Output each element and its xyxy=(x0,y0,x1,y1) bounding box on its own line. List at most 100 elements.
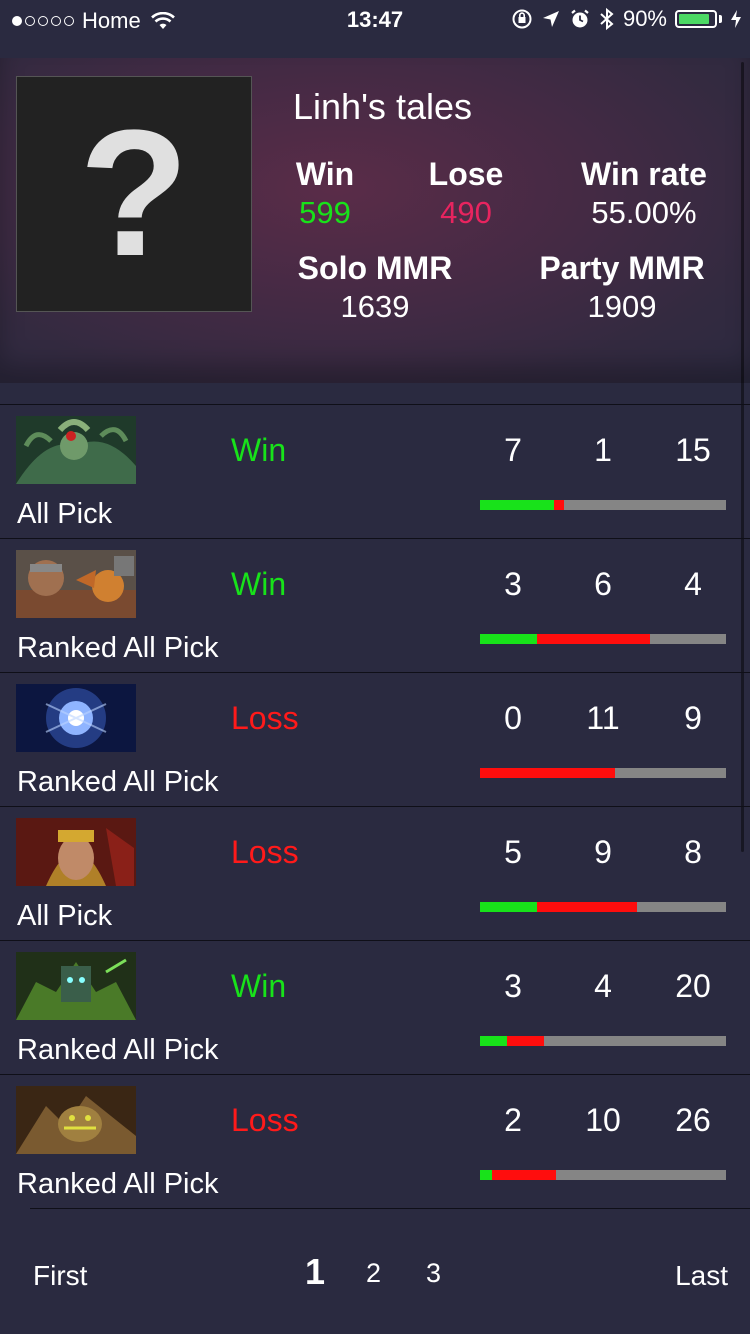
match-row[interactable]: Loss 5 9 8 All Pick xyxy=(0,806,750,940)
match-row[interactable]: Loss 0 11 9 Ranked All Pick xyxy=(0,672,750,806)
game-mode: Ranked All Pick xyxy=(17,766,219,798)
location-icon xyxy=(542,11,559,27)
kda-bar-deaths xyxy=(536,902,638,912)
kills-count: 0 xyxy=(504,700,522,736)
deaths-count: 6 xyxy=(594,566,612,602)
match-result: Win xyxy=(231,566,287,602)
kda-bar xyxy=(480,634,726,644)
kda-bar-deaths xyxy=(536,634,650,644)
lose-label: Lose xyxy=(428,156,504,192)
player-name: Linh's tales xyxy=(293,86,472,127)
solo-mmr-label: Solo MMR xyxy=(297,250,453,286)
kills-count: 3 xyxy=(504,968,522,1004)
page-3-button[interactable]: 3 xyxy=(426,1258,441,1289)
assists-count: 9 xyxy=(684,700,702,736)
kda-bar-deaths xyxy=(480,768,616,778)
kda-bar xyxy=(480,1170,726,1180)
hero-legion-commander-icon xyxy=(16,818,136,886)
assists-count: 4 xyxy=(684,566,702,602)
assists-count: 26 xyxy=(675,1102,711,1138)
winrate-label: Win rate xyxy=(581,156,707,192)
kda-bar-assists xyxy=(543,1036,726,1046)
deaths-count: 4 xyxy=(594,968,612,1004)
match-row[interactable]: Win 3 4 20 Ranked All Pick xyxy=(0,940,750,1074)
profile-header: ? Linh's tales Win 599 Lose 490 Win rate… xyxy=(0,58,750,383)
battery-tip xyxy=(719,15,722,23)
pagination: First 1 2 3 Last xyxy=(0,1240,750,1310)
kda-bar-kills xyxy=(480,634,537,644)
game-mode: Ranked All Pick xyxy=(17,632,219,664)
game-mode: All Pick xyxy=(17,498,113,530)
charging-icon xyxy=(731,10,741,28)
last-page-button[interactable]: Last xyxy=(675,1260,728,1292)
hero-medusa-icon xyxy=(16,416,136,484)
kda-bar-kills xyxy=(480,902,537,912)
game-mode: Ranked All Pick xyxy=(17,1034,219,1066)
list-divider xyxy=(30,1208,750,1209)
lose-count: 490 xyxy=(440,195,492,230)
kda-bar-deaths xyxy=(492,1170,557,1180)
kda-bar xyxy=(480,768,726,778)
alarm-icon xyxy=(571,9,589,28)
match-row[interactable]: Win 3 6 4 Ranked All Pick xyxy=(0,538,750,672)
status-right: 90% xyxy=(511,6,742,32)
kills-count: 5 xyxy=(504,834,522,870)
deaths-count: 1 xyxy=(594,432,612,468)
battery-percent: 90% xyxy=(622,6,667,31)
solo-mmr-value: 1639 xyxy=(340,289,410,324)
match-row[interactable]: Win 7 1 15 All Pick xyxy=(0,404,750,538)
deaths-count: 9 xyxy=(594,834,612,870)
deaths-count: 10 xyxy=(585,1102,621,1138)
match-result: Win xyxy=(231,432,287,468)
avatar[interactable]: ? xyxy=(16,76,252,312)
kda-bar-assists xyxy=(563,500,726,510)
hero-io-icon xyxy=(16,684,136,752)
kda-bar xyxy=(480,500,726,510)
page-2-button[interactable]: 2 xyxy=(366,1258,381,1289)
page-1-button[interactable]: 1 xyxy=(305,1251,325,1293)
winrate-stat: Win rate 55.00% xyxy=(576,156,712,231)
kills-count: 3 xyxy=(504,566,522,602)
party-mmr-label: Party MMR xyxy=(539,250,705,286)
kills-count: 2 xyxy=(504,1102,522,1138)
kda-bar-kills xyxy=(480,1170,493,1180)
kda-bar xyxy=(480,902,726,912)
assists-count: 20 xyxy=(675,968,711,1004)
kills-count: 7 xyxy=(504,432,522,468)
winrate-value: 55.00% xyxy=(591,195,697,230)
kda-bar-deaths xyxy=(507,1036,544,1046)
hero-sand-king-icon xyxy=(16,1086,136,1154)
assists-count: 8 xyxy=(684,834,702,870)
kda-bar-deaths xyxy=(553,500,564,510)
deaths-count: 11 xyxy=(586,700,620,736)
kda-bar-kills xyxy=(480,500,554,510)
kda-bar-assists xyxy=(615,768,726,778)
match-result: Loss xyxy=(231,1102,299,1138)
match-list: Win 7 1 15 All Pick Win 3 6 4 Ranked All Pick Loss… xyxy=(0,404,750,1208)
kda-bar-assists xyxy=(556,1170,726,1180)
party-mmr-stat: Party MMR 1909 xyxy=(532,250,712,325)
kda-bar-assists xyxy=(637,902,726,912)
solo-mmr-stat: Solo MMR 1639 xyxy=(294,250,456,325)
game-mode: All Pick xyxy=(17,900,113,932)
match-result: Loss xyxy=(231,834,299,870)
win-stat: Win 599 xyxy=(294,156,356,231)
assists-count: 15 xyxy=(675,432,711,468)
bluetooth-icon xyxy=(600,7,614,31)
match-result: Win xyxy=(231,968,287,1004)
kda-bar-assists xyxy=(649,634,726,644)
hero-earth-spirit-icon xyxy=(16,952,136,1020)
battery-icon xyxy=(675,10,717,28)
party-mmr-value: 1909 xyxy=(587,289,657,324)
first-page-button[interactable]: First xyxy=(33,1260,87,1292)
status-bar: Home 13:47 90% xyxy=(0,0,750,40)
kda-bar xyxy=(480,1036,726,1046)
match-row[interactable]: Loss 2 10 26 Ranked All Pick xyxy=(0,1074,750,1208)
game-mode: Ranked All Pick xyxy=(17,1168,219,1200)
win-label: Win xyxy=(295,156,355,192)
match-result: Loss xyxy=(231,700,299,736)
rotation-lock-icon xyxy=(512,9,532,29)
battery-fill xyxy=(679,14,710,24)
lose-stat: Lose 490 xyxy=(428,156,504,231)
hero-techies-icon xyxy=(16,550,136,618)
